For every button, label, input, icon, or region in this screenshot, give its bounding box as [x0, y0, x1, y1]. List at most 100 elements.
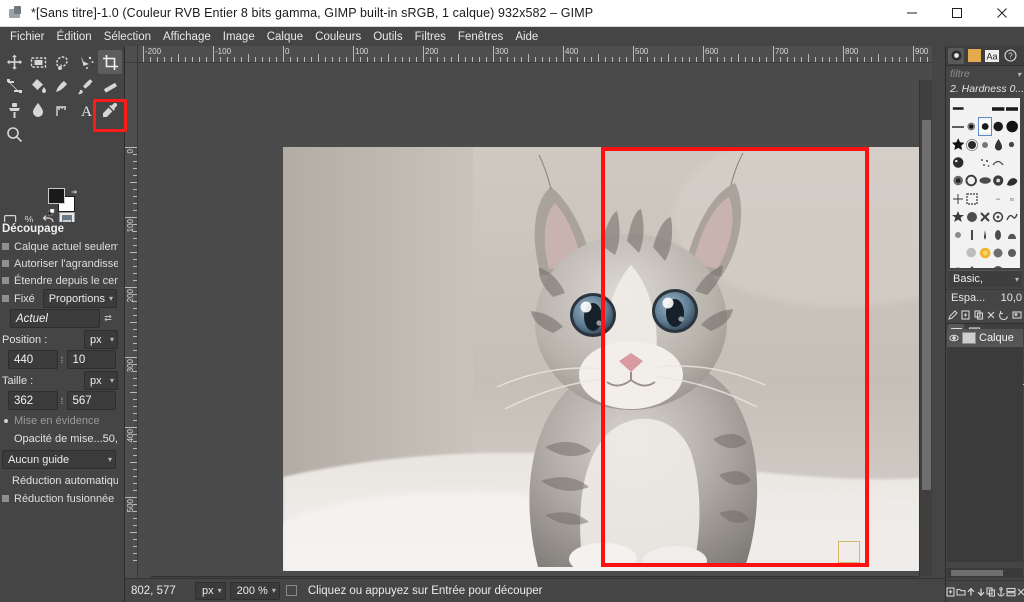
brush-filter-input[interactable]: filtre ▾	[946, 66, 1024, 82]
brush-item[interactable]	[952, 262, 964, 268]
brush-item[interactable]	[1005, 100, 1018, 117]
brush-item[interactable]	[965, 244, 977, 261]
size-unit-dropdown[interactable]: px ▾	[84, 371, 118, 390]
brush-item[interactable]	[1006, 154, 1018, 171]
rectangle-select-tool-icon[interactable]	[26, 50, 50, 74]
brush-item[interactable]	[952, 208, 965, 225]
new-layer-icon[interactable]	[946, 586, 956, 597]
checkbox-shrink-merged[interactable]	[2, 495, 9, 502]
layers-horizontal-scrollbar[interactable]	[947, 568, 1023, 578]
delete-brush-icon[interactable]	[986, 309, 997, 320]
checkbox-allow-growing[interactable]	[2, 260, 9, 267]
swap-aspect-icon[interactable]: ⇄	[100, 313, 116, 324]
bucket-fill-tool-icon[interactable]	[26, 74, 50, 98]
brush-item[interactable]	[965, 190, 978, 207]
brush-item[interactable]	[952, 100, 964, 117]
text-tool-icon[interactable]: A	[74, 98, 98, 122]
edit-brush-icon[interactable]	[948, 309, 959, 320]
swap-colors-icon[interactable]	[71, 188, 78, 195]
brush-item[interactable]: e	[1006, 262, 1018, 269]
brush-item[interactable]	[979, 172, 991, 189]
tab-document-history[interactable]: ?	[1002, 48, 1018, 64]
smudge-tool-icon[interactable]	[26, 98, 50, 122]
brush-item-selected[interactable]	[977, 117, 993, 136]
brush-item[interactable]	[952, 244, 964, 261]
new-brush-icon[interactable]	[960, 309, 971, 320]
chain-link-icon[interactable]: ⁞	[58, 355, 67, 365]
scrollbar-thumb[interactable]	[922, 120, 931, 490]
crop-handle-bottom-right[interactable]	[838, 541, 860, 563]
clone-tool-icon[interactable]	[2, 98, 26, 122]
close-button[interactable]	[979, 0, 1024, 27]
foreground-color-swatch[interactable]	[48, 188, 65, 204]
brush-item[interactable]: ≈	[1006, 190, 1018, 207]
brush-item[interactable]	[979, 208, 991, 225]
zoom-dropdown[interactable]: 200 % ▾	[229, 581, 280, 600]
tab-fonts[interactable]: Aa	[984, 48, 1000, 64]
eraser-tool-icon[interactable]	[98, 74, 122, 98]
brush-item[interactable]	[992, 136, 1004, 153]
brush-item[interactable]	[952, 154, 964, 171]
size-width-input[interactable]: 362	[8, 391, 58, 410]
duplicate-brush-icon[interactable]	[973, 309, 984, 320]
brush-item[interactable]	[992, 226, 1004, 243]
brush-item[interactable]	[992, 172, 1004, 189]
maximize-button[interactable]	[934, 0, 979, 27]
free-select-tool-icon[interactable]	[50, 50, 74, 74]
delete-layer-icon[interactable]	[1016, 586, 1024, 597]
menu-calque[interactable]: Calque	[261, 29, 309, 45]
canvas-viewport[interactable]	[138, 63, 932, 589]
position-unit-dropdown[interactable]: px ▾	[84, 330, 118, 349]
aspect-ratio-input[interactable]: Actuel	[10, 309, 100, 328]
brush-item[interactable]	[1006, 172, 1018, 189]
brush-item[interactable]	[965, 226, 977, 243]
brush-item[interactable]	[979, 262, 991, 268]
menu-affichage[interactable]: Affichage	[157, 29, 217, 45]
guides-dropdown[interactable]: Aucun guide ▾	[2, 450, 116, 469]
lower-layer-icon[interactable]	[976, 586, 986, 597]
checkbox-highlight[interactable]	[4, 418, 8, 423]
brush-item[interactable]	[979, 244, 991, 261]
checkbox-fixed[interactable]	[2, 295, 9, 302]
ruler-origin-button[interactable]	[125, 46, 138, 63]
brush-item[interactable]	[979, 226, 991, 243]
fixed-mode-dropdown[interactable]: Proportions ▾	[42, 289, 117, 308]
brush-item[interactable]	[979, 190, 991, 207]
move-tool-icon[interactable]	[2, 50, 26, 74]
option-expand-from-center[interactable]: Étendre depuis le centre	[0, 272, 118, 289]
refresh-brushes-icon[interactable]	[998, 309, 1009, 320]
vertical-scrollbar[interactable]	[919, 80, 932, 576]
checkbox-current-layer-only[interactable]	[2, 243, 9, 250]
zoom-tool-icon[interactable]	[2, 122, 26, 146]
brush-item[interactable]	[952, 172, 964, 189]
crop-selection-rectangle[interactable]	[601, 147, 869, 567]
position-y-input[interactable]: 10	[66, 350, 116, 369]
tab-patterns[interactable]	[966, 48, 982, 64]
option-current-layer-only[interactable]: Calque actuel seulement	[0, 238, 118, 255]
checkbox-expand-from-center[interactable]	[2, 277, 9, 284]
position-x-input[interactable]: 440	[8, 350, 58, 369]
brush-item[interactable]	[1006, 208, 1018, 225]
duplicate-layer-icon[interactable]	[986, 586, 996, 597]
menu-image[interactable]: Image	[217, 29, 261, 45]
color-picker-tool-icon[interactable]	[98, 98, 122, 122]
brush-item[interactable]	[992, 262, 1004, 268]
raise-layer-icon[interactable]	[966, 586, 976, 597]
menu-fichier[interactable]: Fichier	[4, 29, 51, 45]
brush-item[interactable]	[992, 118, 1004, 135]
brush-item[interactable]	[965, 208, 977, 225]
brush-item[interactable]	[1006, 136, 1018, 153]
new-layer-group-icon[interactable]	[956, 586, 966, 597]
brush-item[interactable]	[992, 208, 1004, 225]
brush-item[interactable]	[979, 154, 991, 171]
brush-item[interactable]	[992, 100, 1005, 117]
option-highlight[interactable]: Mise en évidence	[0, 412, 118, 429]
horizontal-ruler[interactable]: -200 -100 0 100 200 300 400 500 600 700 800 900	[138, 46, 932, 63]
menu-aide[interactable]: Aide	[509, 29, 544, 45]
brush-item[interactable]: ~	[992, 190, 1004, 207]
menu-filtres[interactable]: Filtres	[409, 29, 452, 45]
menu-selection[interactable]: Sélection	[98, 29, 157, 45]
brush-item[interactable]	[992, 244, 1004, 261]
scrollbar-thumb[interactable]	[951, 570, 1003, 576]
brush-item[interactable]	[952, 190, 964, 207]
